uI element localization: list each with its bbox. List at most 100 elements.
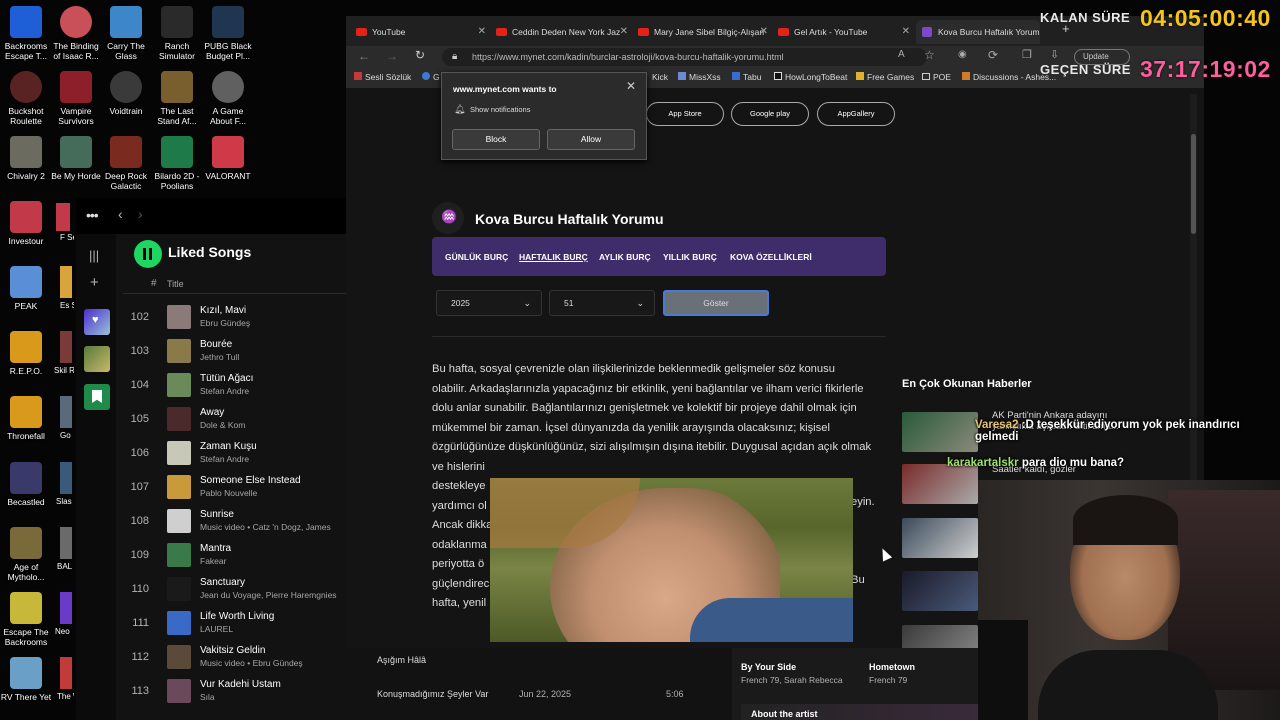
bookmark-item[interactable]: POE bbox=[922, 72, 951, 82]
track-title[interactable]: Away bbox=[200, 407, 224, 418]
tab-mary-jane[interactable]: Mary Jane Sibel Bilgiç-Alışan ✕ bbox=[632, 20, 772, 44]
desktop-icon-voidtrain[interactable]: Voidtrain bbox=[100, 71, 152, 116]
desktop-icon-valorant[interactable]: VALORANT bbox=[202, 136, 254, 181]
track-title[interactable]: Someone Else Instead bbox=[200, 475, 301, 486]
desktop-icon-binding-of-isaac[interactable]: The Binding of Isaac R... bbox=[50, 6, 102, 61]
close-icon[interactable]: ✕ bbox=[626, 79, 636, 93]
bookmark-item[interactable]: Sesli Sözlük bbox=[354, 72, 411, 82]
desktop-icon-age-of-mythology[interactable]: Age of Mytholo... bbox=[0, 527, 52, 582]
partial-icon[interactable] bbox=[60, 462, 72, 494]
news-thumbnail[interactable] bbox=[902, 518, 978, 558]
back-icon[interactable]: ← bbox=[358, 49, 370, 63]
bookmark-item[interactable]: Tabu bbox=[732, 72, 761, 82]
track-title[interactable]: Life Worth Living bbox=[200, 611, 274, 622]
related-title[interactable]: By Your Side bbox=[741, 662, 796, 672]
desktop-icon-a-game-about[interactable]: A Game About F... bbox=[202, 71, 254, 126]
desktop-icon-ranch-simulator[interactable]: Ranch Simulator bbox=[151, 6, 203, 61]
nav-yearly[interactable]: YILLIK BURÇ bbox=[663, 252, 717, 262]
tab-kova-burcu[interactable]: Kova Burcu Haftalık Yorumu bbox=[916, 20, 1040, 44]
back-arrow-icon[interactable]: ‹ bbox=[118, 206, 123, 222]
related-title[interactable]: Hometown bbox=[869, 662, 915, 672]
track-title[interactable]: Kızıl, Mavi bbox=[200, 305, 246, 316]
collections-icon[interactable]: ❐ bbox=[1022, 48, 1032, 61]
nav-daily[interactable]: GÜNLÜK BURÇ bbox=[445, 252, 508, 262]
show-button[interactable]: Göster bbox=[663, 290, 769, 316]
album-title[interactable]: Konuşmadığımız Şeyler Var bbox=[377, 689, 488, 699]
partial-icon[interactable] bbox=[60, 396, 72, 428]
bookmark-item[interactable]: MissXss bbox=[678, 72, 721, 82]
close-tab-icon[interactable]: ✕ bbox=[620, 20, 628, 44]
track-artist[interactable]: Jean du Voyage, Pierre Haremgnies bbox=[200, 590, 337, 600]
partial-icon[interactable] bbox=[60, 592, 72, 624]
desktop-icon-peak[interactable]: PEAK bbox=[0, 266, 52, 311]
news-thumbnail[interactable] bbox=[902, 625, 978, 648]
nav-weekly[interactable]: HAFTALIK BURÇ bbox=[519, 252, 588, 262]
desktop-icon-escape-backrooms[interactable]: Escape The Backrooms bbox=[0, 592, 52, 647]
track-artist[interactable]: Pablo Nouvelle bbox=[200, 488, 257, 498]
desktop-icon-chivalry[interactable]: Chivalry 2 bbox=[0, 136, 52, 181]
play-button[interactable] bbox=[134, 240, 162, 268]
track-row[interactable]: 109 Mantra Fakear bbox=[123, 538, 346, 572]
track-row[interactable]: 113 Vur Kadehi Ustam Sıla bbox=[123, 674, 346, 708]
tab-gel-artik[interactable]: Gel Artık - YouTube ✕ bbox=[772, 20, 914, 44]
desktop-icon-backrooms[interactable]: Backrooms Escape T... bbox=[0, 6, 52, 61]
allow-button[interactable]: Allow bbox=[547, 129, 635, 150]
library-icon[interactable]: ||| bbox=[89, 248, 99, 263]
track-row[interactable]: 102 Kızıl, Mavi Ebru Gündeş bbox=[123, 300, 346, 334]
track-artist[interactable]: Dole & Kom bbox=[200, 420, 245, 430]
desktop-icon-carry-the-glass[interactable]: Carry The Glass bbox=[100, 6, 152, 61]
download-icon[interactable]: ⇩ bbox=[1050, 48, 1059, 61]
track-row[interactable]: 104 Tütün Ağacı Stefan Andre bbox=[123, 368, 346, 402]
track-artist[interactable]: Sıla bbox=[200, 692, 215, 702]
track-artist[interactable]: Stefan Andre bbox=[200, 386, 249, 396]
track-row[interactable]: 105 Away Dole & Kom bbox=[123, 402, 346, 436]
block-button[interactable]: Block bbox=[452, 129, 540, 150]
extension-icon[interactable]: ◉ bbox=[958, 49, 967, 60]
app-gallery-badge[interactable]: AppGallery bbox=[817, 102, 895, 126]
track-row[interactable]: 103 Bourée Jethro Tull bbox=[123, 334, 346, 368]
track-title[interactable]: Aşığım Hâlâ bbox=[377, 655, 426, 665]
track-title[interactable]: Vakitsiz Geldin bbox=[200, 645, 265, 656]
scrollbar-thumb[interactable] bbox=[1191, 134, 1196, 234]
desktop-icon-becastled[interactable]: Becastled bbox=[0, 462, 52, 507]
desktop-icon-thronefall[interactable]: Thronefall bbox=[0, 396, 52, 441]
close-tab-icon[interactable]: ✕ bbox=[760, 20, 768, 44]
track-title[interactable]: Bourée bbox=[200, 339, 232, 350]
week-select[interactable]: 51 ⌄ bbox=[549, 290, 655, 316]
track-artist[interactable]: Stefan Andre bbox=[200, 454, 249, 464]
sync-icon[interactable]: ⟳ bbox=[988, 48, 998, 62]
more-options-icon[interactable]: ••• bbox=[86, 207, 99, 223]
track-row[interactable]: 107 Someone Else Instead Pablo Nouvelle bbox=[123, 470, 346, 504]
bookmark-item[interactable]: G bbox=[422, 72, 440, 82]
news-thumbnail[interactable] bbox=[902, 412, 978, 452]
scrollbar[interactable] bbox=[1190, 94, 1197, 544]
nav-monthly[interactable]: AYLIK BURÇ bbox=[599, 252, 651, 262]
close-tab-icon[interactable]: ✕ bbox=[478, 20, 486, 44]
partial-icon[interactable] bbox=[60, 266, 72, 298]
forward-icon[interactable]: → bbox=[386, 49, 398, 63]
nav-features[interactable]: KOVA ÖZELLİKLERİ bbox=[730, 252, 812, 262]
track-title[interactable]: Sanctuary bbox=[200, 577, 245, 588]
track-row[interactable]: 111 Life Worth Living LAUREL bbox=[123, 606, 346, 640]
bookmark-item[interactable]: HowLongToBeat bbox=[774, 72, 847, 82]
close-tab-icon[interactable]: ✕ bbox=[902, 20, 910, 44]
track-artist[interactable]: LAUREL bbox=[200, 624, 233, 634]
desktop-icon-last-stand[interactable]: The Last Stand Af... bbox=[151, 71, 203, 126]
track-row[interactable]: 112 Vakitsiz Geldin Music video • Ebru Gün… bbox=[123, 640, 346, 674]
news-thumbnail[interactable] bbox=[902, 571, 978, 611]
playlist-tile[interactable] bbox=[84, 346, 110, 372]
track-title[interactable]: Mantra bbox=[200, 543, 231, 554]
read-aloud-icon[interactable]: A bbox=[898, 49, 905, 60]
favorite-star-icon[interactable]: ☆ bbox=[924, 48, 935, 62]
partial-icon[interactable] bbox=[56, 203, 70, 231]
address-bar[interactable]: 🔒︎ https://www.mynet.com/kadin/burclar-a… bbox=[442, 48, 927, 66]
google-play-badge[interactable]: Google play bbox=[731, 102, 809, 126]
track-artist[interactable]: Ebru Gündeş bbox=[200, 318, 250, 328]
refresh-icon[interactable]: ↻ bbox=[415, 48, 425, 62]
track-artist[interactable]: Fakear bbox=[200, 556, 226, 566]
track-artist[interactable]: Music video • Ebru Gündeş bbox=[200, 658, 303, 668]
bookmark-item[interactable]: Kick bbox=[652, 72, 668, 82]
track-artist[interactable]: Jethro Tull bbox=[200, 352, 239, 362]
news-thumbnail[interactable] bbox=[902, 464, 978, 504]
desktop-icon-rv-there-yet[interactable]: RV There Yet bbox=[0, 657, 52, 702]
